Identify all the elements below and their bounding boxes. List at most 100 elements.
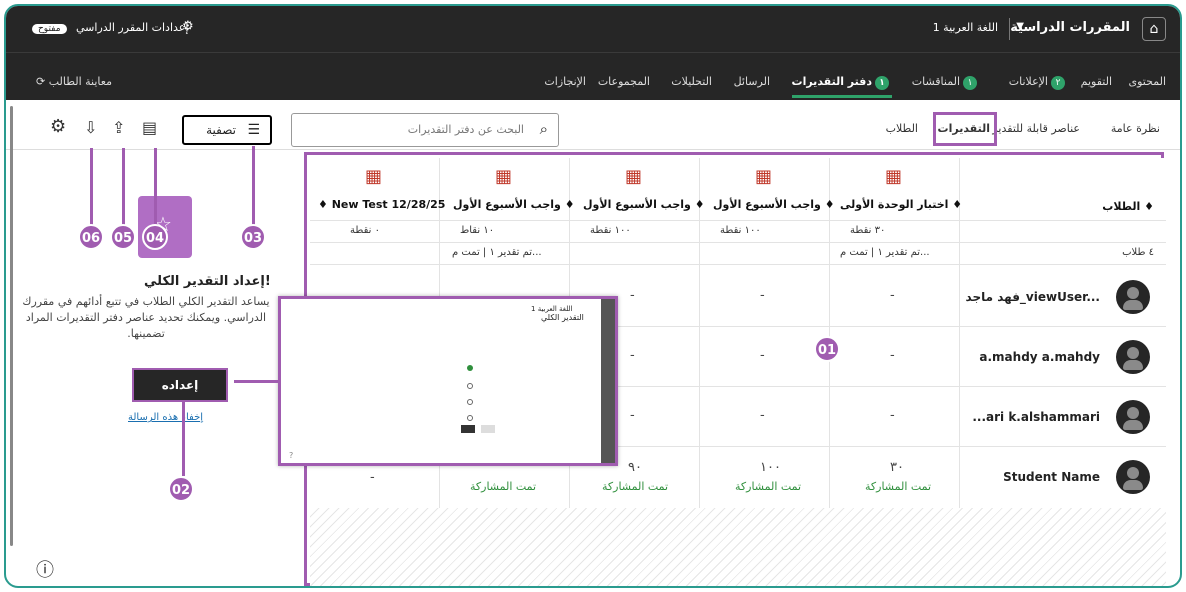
- grade-cell[interactable]: -: [630, 288, 635, 303]
- student-name[interactable]: a.mahdy a.mahdy: [979, 350, 1100, 364]
- points-label: ١٠٠ نقطة: [590, 225, 631, 236]
- grade-cell[interactable]: -: [630, 348, 635, 363]
- student-count: ٤ طلاب: [1122, 247, 1154, 258]
- overall-grade-preview: اللغة العربية 1 التقدير الكلي ?: [278, 296, 618, 466]
- course-title[interactable]: المقررات الدراسية: [1010, 20, 1130, 35]
- preview-sidebar: [601, 299, 615, 463]
- upload-icon[interactable]: ⇪: [112, 118, 125, 137]
- grade-cell[interactable]: -: [760, 348, 765, 363]
- filter-icon: ☰: [247, 122, 260, 138]
- grade-cell[interactable]: ٣٠: [890, 460, 904, 475]
- panel-heading: إعداد التقدير الكلي!: [144, 274, 271, 289]
- points-label: ٠ نقطة: [350, 225, 380, 236]
- radio-icon: [467, 399, 473, 405]
- grading-review-icon[interactable]: ▤: [142, 118, 157, 137]
- assignment-icon: ▦: [755, 166, 773, 187]
- gear-icon[interactable]: ⚙: [182, 19, 194, 34]
- column-header[interactable]: ♦ New Test 12/28/25: [318, 198, 445, 211]
- student-name[interactable]: Student Name: [1003, 470, 1100, 484]
- divider: [1009, 18, 1010, 40]
- active-tab-indicator: [792, 95, 892, 98]
- nav-analytics[interactable]: التحليلات: [671, 75, 712, 88]
- search-icon: ⌕: [539, 120, 548, 138]
- course-settings-link[interactable]: إعدادات المقرر الدراسي: [76, 21, 188, 34]
- grade-cell[interactable]: -: [370, 470, 375, 485]
- avatar: [1116, 460, 1150, 494]
- nav-announcements[interactable]: الإعلانات ٢: [1009, 75, 1068, 90]
- submission-status: تمت المشاركة: [602, 480, 669, 493]
- callout-02: 02: [168, 476, 194, 502]
- preview-subtitle: التقدير الكلي: [541, 313, 584, 322]
- divider: [310, 264, 1166, 265]
- tab-gradable-items[interactable]: عناصر قابلة للتقدير: [992, 122, 1080, 135]
- nav-content[interactable]: المحتوى: [1129, 75, 1166, 88]
- grade-cell[interactable]: ١٠٠: [760, 460, 781, 475]
- grades-tab-highlight: [933, 112, 997, 146]
- grade-cell[interactable]: -: [890, 348, 895, 363]
- dropdown-caret-icon[interactable]: ▼: [1016, 21, 1024, 32]
- radio-icon: [467, 383, 473, 389]
- callout-line: [182, 402, 185, 476]
- nav-achievements[interactable]: الإنجازات: [544, 75, 586, 88]
- callout-06: 06: [78, 224, 104, 250]
- preview-button: [481, 425, 495, 433]
- language-label: اللغة العربية 1: [932, 21, 998, 34]
- submission-status: تمت المشاركة: [735, 480, 802, 493]
- callout-line: [90, 148, 93, 226]
- panel-body: يساعد التقدير الكلي الطلاب في تتبع أدائه…: [22, 295, 270, 340]
- assignment-icon: ▦: [625, 166, 643, 187]
- nav-messages[interactable]: الرسائل: [734, 75, 770, 88]
- setup-button[interactable]: إعداده: [132, 368, 228, 402]
- grade-cell[interactable]: -: [760, 288, 765, 303]
- points-label: ١٠ نقاط: [460, 225, 495, 236]
- test-icon: ▦: [885, 166, 903, 187]
- settings-gear-icon[interactable]: ⚙: [50, 116, 66, 137]
- help-circle-icon[interactable]: ⓘ: [36, 556, 54, 582]
- download-icon[interactable]: ⇩: [84, 118, 97, 137]
- student-name[interactable]: ...ari k.alshammari: [972, 410, 1100, 424]
- grade-cell[interactable]: ٩٠: [628, 460, 642, 475]
- status-pill: مفتوح: [32, 21, 67, 36]
- callout-04: 04: [142, 224, 168, 250]
- nav-gradebook[interactable]: دفتر التقديرات ١: [792, 75, 892, 90]
- column-header[interactable]: واجب الأسبوع الأول ♦: [583, 198, 705, 211]
- column-header[interactable]: واجب الأسبوع الأول ♦: [713, 198, 835, 211]
- graded-summary: تم تقدير ١ | تمت م...: [452, 247, 542, 258]
- callout-line: [154, 148, 157, 226]
- scrollbar[interactable]: [10, 106, 13, 546]
- column-header[interactable]: واجب الأسبوع الأول ♦: [453, 198, 575, 211]
- nav-calendar[interactable]: التقويم: [1081, 75, 1112, 88]
- tab-students[interactable]: الطلاب: [886, 122, 918, 135]
- avatar: [1116, 280, 1150, 314]
- submission-status: تمت المشاركة: [865, 480, 932, 493]
- avatar: [1116, 400, 1150, 434]
- empty-area: [310, 508, 1166, 586]
- radio-icon: [467, 415, 473, 421]
- filter-button[interactable]: ☰ تصفية: [182, 115, 272, 145]
- divider: [310, 242, 1166, 243]
- student-name[interactable]: فهد ماجد_viewUser...: [966, 290, 1100, 304]
- divider: [310, 220, 1166, 221]
- preview-title: اللغة العربية 1: [531, 305, 573, 313]
- grade-cell[interactable]: -: [760, 408, 765, 423]
- grade-cell[interactable]: -: [630, 408, 635, 423]
- points-label: ١٠٠ نقطة: [720, 225, 761, 236]
- course-nav: المحتوى التقويم الإعلانات ٢ المناقشات ١ دف…: [6, 52, 1180, 100]
- column-header-students[interactable]: الطلاب ♦: [1102, 200, 1154, 213]
- gradebook-search[interactable]: البحث عن دفتر التقديرات ⌕: [291, 113, 559, 147]
- hide-message-link[interactable]: إخفاء هذه الرسالة: [128, 412, 203, 423]
- test-icon: ▦: [365, 166, 383, 187]
- nav-discussions[interactable]: المناقشات ١: [912, 75, 980, 90]
- tab-overview[interactable]: نظرة عامة: [1111, 122, 1160, 135]
- column-header[interactable]: اختبار الوحدة الأولى ♦: [840, 198, 962, 211]
- grade-cell[interactable]: -: [890, 288, 895, 303]
- graded-summary: تم تقدير ١ | تمت م...: [840, 247, 930, 258]
- search-input[interactable]: البحث عن دفتر التقديرات: [408, 123, 524, 136]
- student-preview-link[interactable]: ⟳ معاينة الطالب: [36, 75, 112, 88]
- filter-label: تصفية: [206, 123, 236, 137]
- help-icon: ?: [289, 451, 294, 460]
- home-icon[interactable]: ⌂: [1142, 17, 1166, 41]
- nav-groups[interactable]: المجموعات: [598, 75, 650, 88]
- grade-cell[interactable]: -: [890, 408, 895, 423]
- callout-05: 05: [110, 224, 136, 250]
